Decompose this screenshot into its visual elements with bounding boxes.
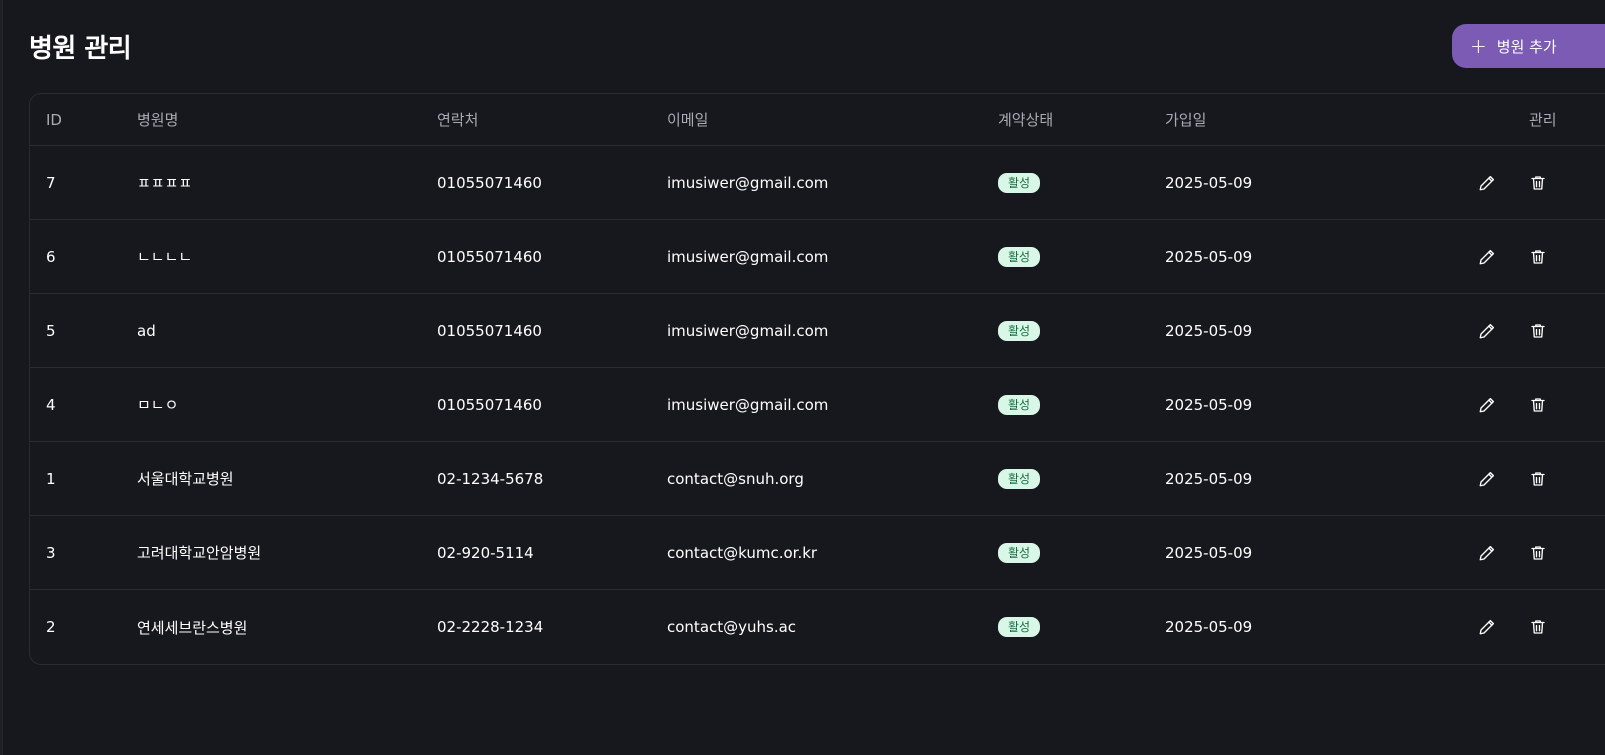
delete-button[interactable] [1527, 320, 1549, 342]
cell-status: 활성 [998, 294, 1041, 367]
trash-icon [1529, 396, 1547, 414]
cell-phone: 02-920-5114 [437, 543, 534, 562]
pencil-icon [1478, 618, 1496, 636]
page-title: 병원 관리 [29, 34, 132, 64]
cell-email: contact@snuh.org [667, 469, 804, 488]
cell-id: 1 [46, 469, 56, 488]
trash-icon [1529, 322, 1547, 340]
table-row: 3 고려대학교안암병원 02-920-5114 contact@kumc.or.kr 활… [30, 516, 1605, 590]
cell-name: ㅍㅍㅍㅍ [137, 174, 193, 192]
app-root: 병원 관리 + 병원 추가 ID 병원명 연락처 이메일 계약상태 가입일 관리… [0, 0, 1605, 755]
cell-phone: 02-2228-1234 [437, 618, 544, 636]
status-badge: 활성 [998, 617, 1041, 637]
cell-phone: 02-1234-5678 [437, 469, 544, 488]
cell-joined: 2025-05-09 [1165, 543, 1253, 562]
status-badge: 활성 [998, 246, 1041, 267]
sidebar-edge [0, 0, 3, 755]
cell-name: 연세세브란스병원 [137, 618, 248, 637]
table-row: 5 ad 01055071460 imusiwer@gmail.com 활성 2025-0… [30, 294, 1605, 368]
pencil-icon [1478, 470, 1496, 488]
edit-button[interactable] [1476, 468, 1498, 490]
cell-name: ㄴㄴㄴㄴ [137, 248, 193, 266]
cell-joined: 2025-05-09 [1165, 618, 1253, 636]
cell-name: ad [137, 321, 156, 340]
cell-phone: 01055071460 [437, 395, 542, 414]
table-row: 7 ㅍㅍㅍㅍ 01055071460 imusiwer@gmail.com 활성 2025… [30, 146, 1605, 220]
cell-name: 서울대학교병원 [137, 470, 234, 488]
pencil-icon [1478, 396, 1496, 414]
header-email: 이메일 [667, 111, 709, 129]
pencil-icon [1478, 544, 1496, 562]
cell-status: 활성 [998, 368, 1041, 441]
cell-status: 활성 [998, 590, 1041, 664]
cell-id: 3 [46, 543, 56, 562]
cell-joined: 2025-05-09 [1165, 173, 1253, 192]
add-hospital-button-label: 병원 추가 [1496, 37, 1557, 56]
table-row: 6 ㄴㄴㄴㄴ 01055071460 imusiwer@gmail.com 활성 2025… [30, 220, 1605, 294]
cell-id: 7 [46, 173, 56, 192]
cell-status: 활성 [998, 220, 1041, 293]
header-joined: 가입일 [1165, 111, 1207, 129]
edit-button[interactable] [1476, 246, 1498, 268]
edit-button[interactable] [1476, 616, 1498, 638]
cell-joined: 2025-05-09 [1165, 469, 1253, 488]
edit-button[interactable] [1476, 172, 1498, 194]
cell-joined: 2025-05-09 [1165, 395, 1253, 414]
pencil-icon [1478, 248, 1496, 266]
cell-phone: 01055071460 [437, 173, 542, 192]
trash-icon [1529, 618, 1547, 636]
header-name: 병원명 [137, 111, 179, 129]
delete-button[interactable] [1527, 542, 1549, 564]
edit-button[interactable] [1476, 320, 1498, 342]
cell-id: 6 [46, 247, 56, 266]
status-badge: 활성 [998, 320, 1041, 341]
cell-phone: 01055071460 [437, 247, 542, 266]
pencil-icon [1478, 174, 1496, 192]
delete-button[interactable] [1527, 394, 1549, 416]
header-manage: 관리 [1529, 111, 1557, 129]
cell-name: 고려대학교안암병원 [137, 544, 262, 562]
trash-icon [1529, 174, 1547, 192]
add-hospital-button[interactable]: + 병원 추가 [1452, 24, 1605, 68]
edit-button[interactable] [1476, 394, 1498, 416]
trash-icon [1529, 248, 1547, 266]
pencil-icon [1478, 322, 1496, 340]
delete-button[interactable] [1527, 468, 1549, 490]
cell-status: 활성 [998, 442, 1041, 515]
trash-icon [1529, 544, 1547, 562]
table-header-row: ID 병원명 연락처 이메일 계약상태 가입일 관리 [30, 94, 1605, 146]
table-row: 1 서울대학교병원 02-1234-5678 contact@snuh.org 활성 20… [30, 442, 1605, 516]
status-badge: 활성 [998, 542, 1041, 563]
cell-joined: 2025-05-09 [1165, 247, 1253, 266]
trash-icon [1529, 470, 1547, 488]
cell-email: imusiwer@gmail.com [667, 321, 829, 340]
cell-status: 활성 [998, 516, 1041, 589]
plus-icon: + [1470, 34, 1487, 58]
table-row: 2 연세세브란스병원 02-2228-1234 contact@yuhs.ac 활성 20… [30, 590, 1605, 664]
edit-button[interactable] [1476, 542, 1498, 564]
header-status: 계약상태 [998, 111, 1054, 129]
cell-name: ㅁㄴㅇ [137, 396, 179, 414]
cell-email: contact@kumc.or.kr [667, 543, 818, 562]
header-phone: 연락처 [437, 111, 479, 129]
cell-email: imusiwer@gmail.com [667, 395, 829, 414]
cell-email: imusiwer@gmail.com [667, 247, 829, 266]
cell-id: 5 [46, 321, 56, 340]
cell-status: 활성 [998, 146, 1041, 219]
delete-button[interactable] [1527, 172, 1549, 194]
cell-email: contact@yuhs.ac [667, 618, 797, 636]
hospital-table: ID 병원명 연락처 이메일 계약상태 가입일 관리 7 ㅍㅍㅍㅍ 01055071… [29, 93, 1605, 665]
cell-id: 2 [46, 618, 56, 636]
cell-id: 4 [46, 395, 56, 414]
status-badge: 활성 [998, 468, 1041, 489]
table-row: 4 ㅁㄴㅇ 01055071460 imusiwer@gmail.com 활성 2025-… [30, 368, 1605, 442]
cell-joined: 2025-05-09 [1165, 321, 1253, 340]
cell-phone: 01055071460 [437, 321, 542, 340]
cell-email: imusiwer@gmail.com [667, 173, 829, 192]
delete-button[interactable] [1527, 616, 1549, 638]
header-id: ID [46, 110, 62, 129]
status-badge: 활성 [998, 394, 1041, 415]
status-badge: 활성 [998, 172, 1041, 193]
delete-button[interactable] [1527, 246, 1549, 268]
